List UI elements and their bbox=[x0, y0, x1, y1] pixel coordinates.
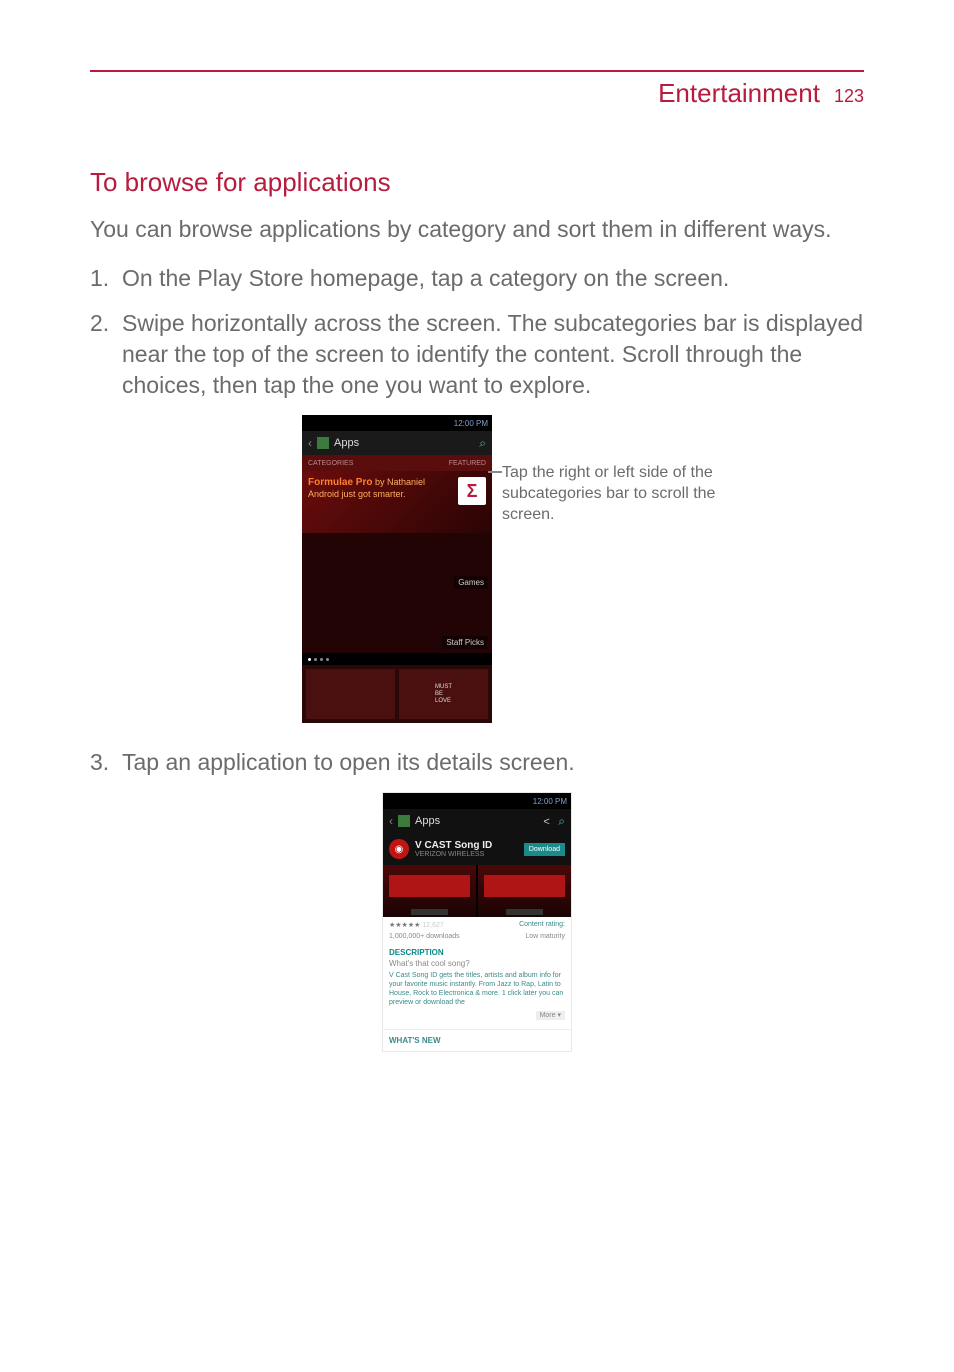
promo-text: Formulae Pro by Nathaniel Android just g… bbox=[308, 477, 425, 500]
titlebar-title: Apps bbox=[334, 437, 359, 449]
more-button[interactable]: More ▾ bbox=[536, 1011, 565, 1020]
screenshot-thumb[interactable] bbox=[383, 865, 476, 917]
panel-label: Games bbox=[454, 576, 488, 589]
tile[interactable] bbox=[306, 669, 395, 719]
step-text: On the Play Store homepage, tap a catego… bbox=[122, 263, 864, 294]
content-rating-label: Content rating: bbox=[519, 921, 565, 929]
status-bar: 12:00 PM bbox=[302, 415, 492, 431]
rating-count: 12,627 bbox=[422, 922, 443, 929]
header-section-title: Entertainment bbox=[658, 78, 820, 109]
category-panel-games[interactable]: Games bbox=[302, 533, 492, 593]
figure-2: 12:00 PM ‹ Apps < ⌕ ◉ V CAST Song ID VER… bbox=[90, 792, 864, 1052]
step-1: 1. On the Play Store homepage, tap a cat… bbox=[90, 263, 864, 294]
step-number: 2. bbox=[90, 308, 114, 401]
page-header: Entertainment 123 bbox=[90, 78, 864, 109]
app-titlebar: ‹ Apps < ⌕ bbox=[383, 809, 571, 833]
status-time: 12:00 PM bbox=[454, 419, 488, 428]
intro-paragraph: You can browse applications by category … bbox=[90, 214, 864, 245]
tile[interactable]: MUST BE LOVE bbox=[399, 669, 488, 719]
tile-label: MUST BE LOVE bbox=[435, 684, 452, 704]
subcategories-bar[interactable]: CATEGORIES FEATURED bbox=[302, 455, 492, 471]
phone-screenshot-apps: 12:00 PM ‹ Apps ⌕ CATEGORIES FEATURED Fo… bbox=[302, 415, 492, 723]
page-indicator bbox=[302, 653, 492, 665]
step-3: 3. Tap an application to open its detail… bbox=[90, 747, 864, 778]
play-store-icon bbox=[317, 437, 329, 449]
category-panel-staff-picks[interactable]: Staff Picks bbox=[302, 593, 492, 653]
search-icon[interactable]: ⌕ bbox=[479, 436, 486, 451]
whats-new-heading: WHAT'S NEW bbox=[383, 1029, 571, 1051]
status-bar: 12:00 PM bbox=[383, 793, 571, 809]
app-title: V CAST Song ID bbox=[415, 840, 492, 851]
maturity-label: Low maturity bbox=[525, 933, 565, 940]
callout: Tap the right or left side of the subcat… bbox=[502, 415, 722, 723]
sigma-app-icon: Σ bbox=[458, 477, 486, 505]
step-2: 2. Swipe horizontally across the screen.… bbox=[90, 308, 864, 401]
promo-banner[interactable]: Formulae Pro by Nathaniel Android just g… bbox=[302, 471, 492, 533]
app-header-row: ◉ V CAST Song ID VERIZON WIRELESS Downlo… bbox=[383, 833, 571, 865]
app-icon: ◉ bbox=[389, 839, 409, 859]
step-number: 1. bbox=[90, 263, 114, 294]
step-text: Tap an application to open its details s… bbox=[122, 747, 864, 778]
subcat-right[interactable]: FEATURED bbox=[449, 460, 486, 467]
play-store-icon bbox=[398, 815, 410, 827]
back-icon[interactable]: ‹ bbox=[308, 436, 312, 450]
downloads-row: 1,000,000+ downloads Low maturity bbox=[383, 933, 571, 944]
rating-row: ★★★★★ 12,627 Content rating: bbox=[383, 917, 571, 933]
app-titlebar: ‹ Apps ⌕ bbox=[302, 431, 492, 455]
screenshot-thumb[interactable] bbox=[478, 865, 571, 917]
star-rating: ★★★★★ bbox=[389, 922, 420, 929]
callout-text: Tap the right or left side of the subcat… bbox=[502, 464, 715, 523]
screenshots-row[interactable] bbox=[383, 865, 571, 917]
header-page-number: 123 bbox=[834, 86, 864, 107]
description-tagline: What's that cool song? bbox=[383, 959, 571, 972]
description-body: V Cast Song ID gets the titles, artists … bbox=[383, 972, 571, 1011]
titlebar-title: Apps bbox=[415, 815, 440, 827]
callout-leader-line bbox=[488, 471, 502, 473]
phone-screenshot-detail: 12:00 PM ‹ Apps < ⌕ ◉ V CAST Song ID VER… bbox=[382, 792, 572, 1052]
search-icon[interactable]: ⌕ bbox=[558, 814, 565, 828]
more-row: More ▾ bbox=[383, 1011, 571, 1025]
step-number: 3. bbox=[90, 747, 114, 778]
step-text: Swipe horizontally across the screen. Th… bbox=[122, 308, 864, 401]
bottom-tiles[interactable]: MUST BE LOVE bbox=[302, 665, 492, 723]
app-publisher: VERIZON WIRELESS bbox=[415, 851, 492, 858]
subcat-left[interactable]: CATEGORIES bbox=[308, 460, 353, 467]
panel-label: Staff Picks bbox=[442, 636, 488, 649]
figure-1: 12:00 PM ‹ Apps ⌕ CATEGORIES FEATURED Fo… bbox=[90, 415, 864, 723]
downloads-count: 1,000,000+ downloads bbox=[389, 933, 460, 940]
header-rule bbox=[90, 70, 864, 72]
status-time: 12:00 PM bbox=[533, 797, 567, 806]
description-heading: DESCRIPTION bbox=[383, 944, 571, 959]
section-heading: To browse for applications bbox=[90, 167, 864, 198]
share-icon[interactable]: < bbox=[543, 816, 549, 828]
back-icon[interactable]: ‹ bbox=[389, 814, 393, 828]
download-button[interactable]: Download bbox=[524, 843, 565, 856]
